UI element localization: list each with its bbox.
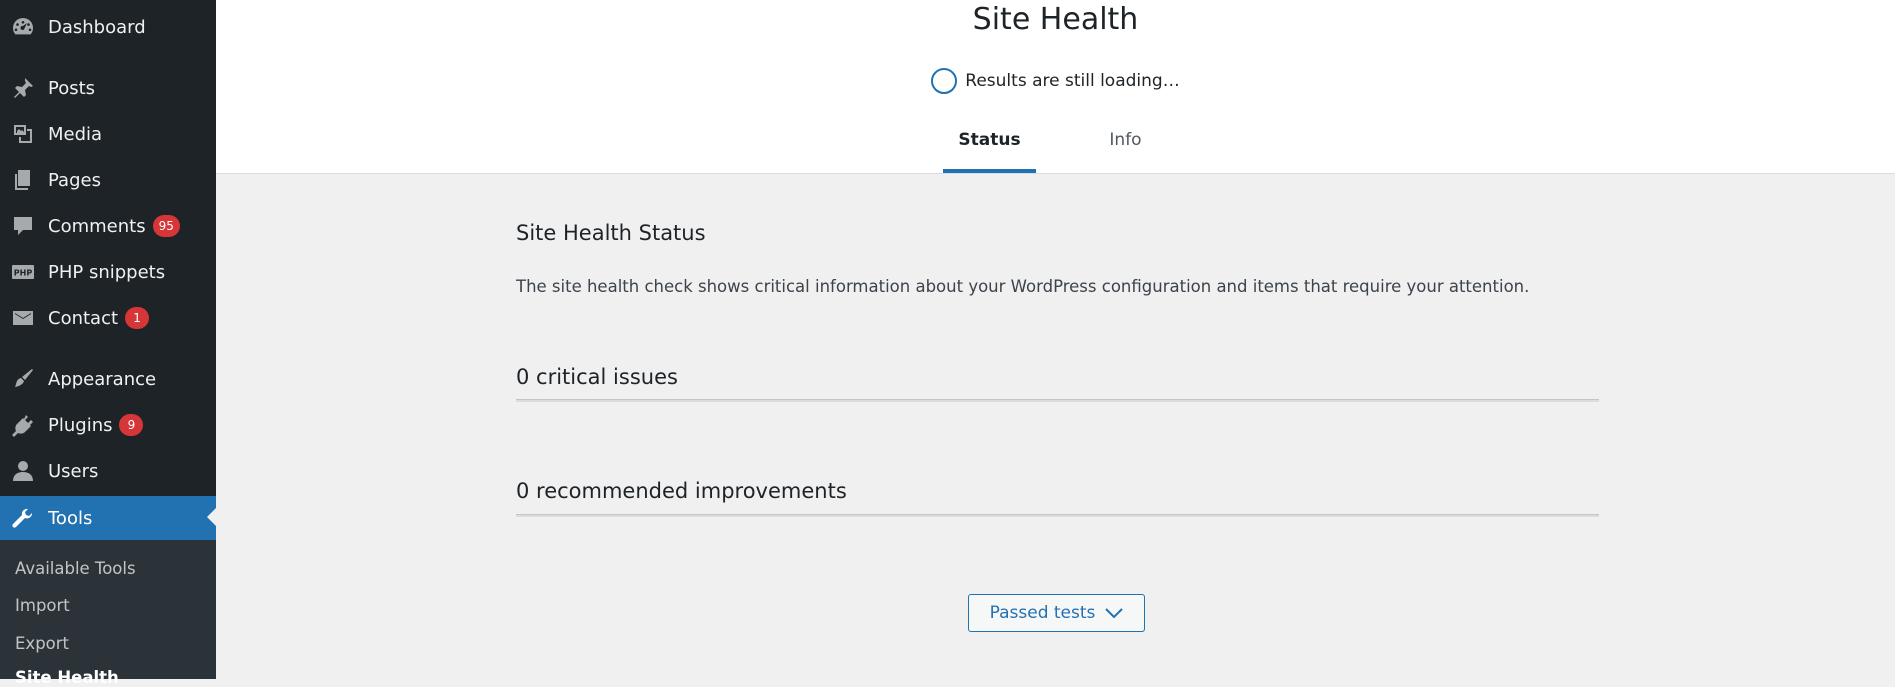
submenu-item-import[interactable]: Import [15, 596, 70, 615]
sidebar-item-comments[interactable]: Comments 95 [0, 205, 216, 247]
sidebar-item-label: Plugins [48, 414, 113, 436]
submenu-item-site-health[interactable]: Site Health [15, 668, 119, 687]
sidebar-item-label: Media [48, 123, 103, 145]
comments-count-badge: 95 [152, 215, 180, 237]
passed-tests-label: Passed tests [989, 603, 1096, 623]
sidebar-item-label: Tools [48, 507, 93, 529]
user-icon [10, 458, 36, 484]
svg-text:PHP: PHP [14, 269, 33, 278]
tools-submenu: Available Tools Import Export Site Healt… [0, 540, 216, 687]
sidebar-item-users[interactable]: Users [0, 450, 216, 492]
sidebar-item-label: Comments [48, 215, 146, 237]
sidebar-item-label: Users [48, 460, 99, 482]
sidebar-item-appearance[interactable]: Appearance [0, 358, 216, 400]
sidebar-item-label: Posts [48, 77, 96, 99]
sidebar-item-label: Pages [48, 169, 101, 191]
media-icon [10, 121, 36, 147]
page-header: Site Health Results are still loading… S… [216, 0, 1895, 174]
sidebar-item-tools[interactable]: Tools [0, 496, 216, 540]
submenu-item-export[interactable]: Export [15, 634, 69, 653]
page-title: Site Health [972, 2, 1139, 37]
comment-icon [10, 213, 36, 239]
recommended-improvements-count: 0 recommended improvements [516, 479, 847, 503]
brush-icon [10, 366, 36, 392]
tab-status[interactable]: Status [943, 118, 1036, 173]
tab-label: Status [958, 130, 1021, 150]
sidebar-item-media[interactable]: Media [0, 113, 216, 155]
sidebar-item-plugins[interactable]: Plugins 9 [0, 404, 216, 446]
dashboard-icon [10, 14, 36, 40]
recommended-improvements-group: 0 recommended improvements [516, 479, 1599, 517]
loading-indicator: Results are still loading… [216, 68, 1895, 94]
loading-text: Results are still loading… [965, 71, 1180, 91]
progress-circle-icon [931, 68, 958, 94]
sidebar-item-label: Contact [48, 307, 119, 329]
pin-icon [10, 75, 36, 101]
tab-info[interactable]: Info [1079, 118, 1172, 173]
sidebar-item-label: PHP snippets [48, 261, 166, 283]
wrench-icon [10, 505, 36, 531]
divider [516, 399, 1599, 402]
section-title: Site Health Status [516, 221, 706, 245]
admin-sidebar: Dashboard Posts Media Pages Comments 95 … [0, 0, 216, 687]
plugins-count-badge: 9 [119, 414, 144, 436]
sidebar-item-posts[interactable]: Posts [0, 67, 216, 109]
sidebar-item-contact[interactable]: Contact 1 [0, 297, 216, 339]
sidebar-item-dashboard[interactable]: Dashboard [0, 6, 216, 48]
pages-icon [10, 167, 36, 193]
php-icon: PHP [10, 259, 36, 285]
passed-tests-button[interactable]: Passed tests [968, 594, 1145, 632]
submenu-item-available-tools[interactable]: Available Tools [15, 559, 136, 578]
sidebar-item-php-snippets[interactable]: PHP PHP snippets [0, 251, 216, 293]
critical-issues-group: 0 critical issues [516, 365, 1599, 402]
section-description: The site health check shows critical inf… [516, 277, 1530, 296]
tab-label: Info [1109, 130, 1142, 150]
critical-issues-count: 0 critical issues [516, 365, 678, 389]
plug-icon [10, 412, 36, 438]
sidebar-item-label: Appearance [48, 368, 157, 390]
sidebar-item-pages[interactable]: Pages [0, 159, 216, 201]
contact-count-badge: 1 [125, 307, 150, 329]
divider [516, 514, 1599, 517]
sidebar-item-label: Dashboard [48, 16, 146, 38]
chevron-down-icon [1105, 608, 1124, 619]
mail-icon [10, 305, 36, 331]
